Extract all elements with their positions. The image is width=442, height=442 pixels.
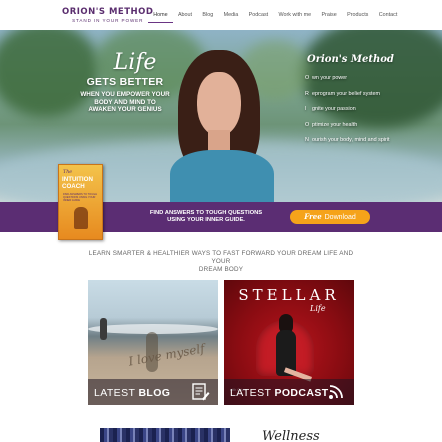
blog-image-sand-writing: I love myself: [127, 341, 206, 369]
nav-media[interactable]: Media: [218, 8, 243, 23]
logo-tagline: STAND IN YOUR POWER: [72, 18, 144, 23]
method-pillar: Ignite your passion: [305, 106, 435, 112]
pillar-letter: R: [305, 90, 309, 97]
logo-title: ORION'S METHOD: [62, 7, 154, 17]
method-title: Orion's Method: [307, 54, 394, 65]
hero-portrait-top: [170, 150, 274, 202]
pillar-text: ptimize your health: [312, 121, 358, 128]
wellness-section-image: [100, 428, 230, 442]
latest-blog-label: LATEST BLOG: [94, 387, 170, 399]
method-pillar: Own your power: [305, 75, 435, 81]
cta-free: Free: [304, 212, 322, 221]
hero-subline-1: WHEN YOU EMPOWER YOUR: [80, 91, 170, 98]
card-label-main: PODCAST: [274, 387, 329, 399]
ebook-cover[interactable]: The INTUITION COACH FIND ANSWERS TO TOUG…: [58, 164, 103, 240]
site-header: ORION'S METHOD STAND IN YOUR POWER Home …: [0, 0, 442, 30]
blog-post-icon: [192, 383, 210, 401]
wellness-heading: Wellness: [262, 429, 320, 442]
book-the: The: [63, 170, 73, 175]
nav-podcast[interactable]: Podcast: [243, 8, 273, 23]
broadcast-icon: [329, 385, 343, 399]
nav-blog[interactable]: Blog: [197, 8, 218, 23]
nav-products[interactable]: Products: [342, 8, 374, 23]
card-label-prefix: LATEST: [94, 387, 136, 399]
pillar-letter: N: [305, 137, 309, 143]
card-label-prefix: LATEST: [230, 387, 272, 399]
method-pillar: Nourish your body, mind and spirit: [305, 137, 435, 143]
method-pillar: Reprogram your belief system: [305, 91, 435, 97]
card-label-main: BLOG: [138, 387, 171, 399]
band-line-1: FIND ANSWERS TO TOUGH QUESTIONS: [149, 210, 263, 216]
hero-headline: GETS BETTER: [86, 76, 164, 88]
free-download-button[interactable]: Free Download: [290, 210, 370, 224]
latest-podcast-card[interactable]: STELLAR Life with Orion LATEST PODCAST: [224, 280, 354, 405]
pillar-text: ourish your body, mind and spirit: [312, 137, 390, 143]
cta-label: Download: [324, 214, 356, 221]
tagline-line-2: DREAM BODY: [198, 266, 244, 273]
latest-podcast-label: LATEST PODCAST: [230, 387, 329, 399]
method-list: Orion's Method Own your power Reprogram …: [305, 54, 435, 153]
pillar-letter: I: [305, 106, 307, 112]
pillar-text: gnite your passion: [312, 106, 356, 112]
hero-script-word: Life: [113, 50, 157, 75]
nav-about[interactable]: About: [173, 8, 197, 23]
band-text: FIND ANSWERS TO TOUGH QUESTIONS USING YO…: [136, 210, 276, 224]
hero-subline-3: AWAKEN YOUR GENIUS: [88, 106, 162, 113]
hero-portrait-neck: [208, 130, 230, 152]
nav-work-with-me[interactable]: Work with me: [273, 8, 316, 23]
tagline-line-1: LEARN SMARTER & HEALTHIER WAYS TO FAST F…: [88, 250, 354, 265]
band-line-2: USING YOUR INNER GUIDE.: [167, 217, 245, 223]
hero-headline-block: Life GETS BETTER WHEN YOU EMPOWER YOUR B…: [70, 52, 180, 114]
latest-blog-card[interactable]: I love myself LATEST BLOG: [88, 280, 218, 405]
podcast-cover-script: Life: [310, 304, 326, 313]
pillar-text: eprogram your belief system: [312, 90, 381, 97]
pillar-letter: O: [305, 75, 310, 81]
blog-image-child: [100, 318, 107, 340]
book-figure: [74, 207, 88, 229]
nav-contact[interactable]: Contact: [374, 8, 403, 23]
book-title: INTUITION COACH: [62, 176, 102, 191]
hero-subline: WHEN YOU EMPOWER YOUR BODY AND MIND TO A…: [70, 91, 180, 114]
nav-praise[interactable]: Praise: [316, 8, 342, 23]
hero-subline-2: BODY AND MIND TO: [94, 98, 156, 106]
nav-home[interactable]: Home: [148, 8, 173, 23]
method-pillar: Optimize your health: [305, 122, 435, 128]
book-subtitle: FIND ANSWERS TO TOUGH QUESTIONS USING YO…: [63, 193, 97, 202]
hero-portrait-face: [197, 72, 241, 136]
section-tagline: LEARN SMARTER & HEALTHIER WAYS TO FAST F…: [85, 250, 357, 274]
podcast-cover-title: STELLAR: [238, 286, 340, 304]
book-title-line-2: COACH: [62, 182, 85, 190]
site-logo[interactable]: ORION'S METHOD STAND IN YOUR POWER: [62, 7, 154, 24]
pillar-text: wn your power: [312, 75, 348, 81]
pillar-letter: O: [305, 121, 310, 128]
main-nav: Home About Blog Media Podcast Work with …: [148, 8, 403, 23]
